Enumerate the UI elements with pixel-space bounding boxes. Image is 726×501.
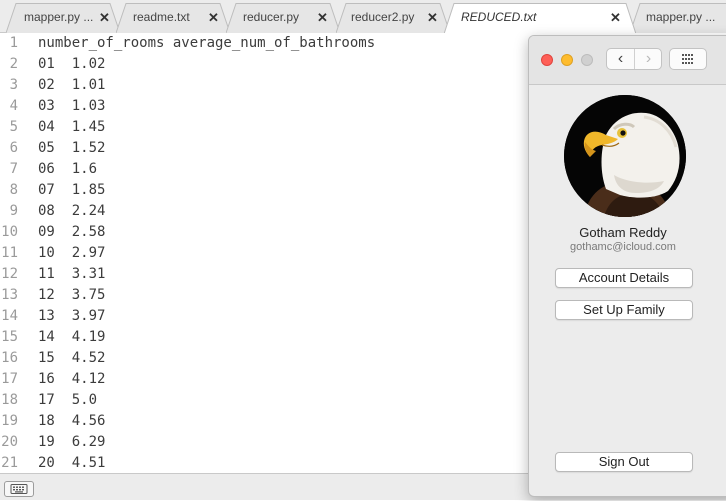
tab-reducer-py[interactable]: reducer.py ✕ <box>226 3 340 33</box>
avatar[interactable] <box>564 95 686 217</box>
line-number: 2 <box>9 56 18 72</box>
line-text: 04 1.45 <box>38 119 106 135</box>
user-name: Gotham Reddy <box>579 225 667 240</box>
line-text: 13 3.97 <box>38 308 106 324</box>
line-number: 5 <box>9 119 18 135</box>
line-number: 15 <box>1 329 18 345</box>
line-text: 15 4.52 <box>38 350 106 366</box>
tab-label: reducer.py <box>243 10 300 24</box>
line-number: 8 <box>9 182 18 198</box>
line-text: number_of_rooms average_num_of_bathrooms <box>38 35 376 51</box>
user-email: gothamc@icloud.com <box>570 241 676 253</box>
account-window: ‹ › Gotham Reddy gothamc@icloud.com Acco… <box>528 35 726 497</box>
line-text: 11 3.31 <box>38 266 106 282</box>
keyboard-icon[interactable] <box>4 481 34 497</box>
line-text: 20 4.51 <box>38 455 106 471</box>
close-icon[interactable]: ✕ <box>208 10 219 26</box>
minimize-window-button[interactable] <box>561 54 573 66</box>
line-number: 14 <box>1 308 18 324</box>
close-icon[interactable]: ✕ <box>317 10 328 26</box>
window-toolbar: ‹ › <box>529 36 726 85</box>
nav-buttons: ‹ › <box>606 48 662 70</box>
tab-readme-txt[interactable]: readme.txt ✕ <box>116 3 230 33</box>
tab-bar: mapper.py ... ✕ readme.txt ✕ reducer.py … <box>0 0 726 34</box>
line-number: 3 <box>9 77 18 93</box>
line-text: 16 4.12 <box>38 371 106 387</box>
tab-label: readme.txt <box>133 10 190 24</box>
grid-icon <box>682 54 693 64</box>
line-number: 18 <box>1 392 18 408</box>
sign-out-button[interactable]: Sign Out <box>555 452 693 472</box>
line-number: 19 <box>1 413 18 429</box>
back-button[interactable]: ‹ <box>607 49 635 69</box>
line-text: 12 3.75 <box>38 287 106 303</box>
line-text: 09 2.58 <box>38 224 106 240</box>
tab-mapper-py-2[interactable]: mapper.py ... <box>630 3 726 33</box>
line-text: 06 1.6 <box>38 161 98 177</box>
line-number: 1 <box>9 35 18 51</box>
forward-button[interactable]: › <box>635 49 662 69</box>
tab-label: mapper.py ... <box>24 10 94 24</box>
line-text: 14 4.19 <box>38 329 106 345</box>
line-number: 16 <box>1 350 18 366</box>
line-text: 01 1.02 <box>38 56 106 72</box>
line-number: 12 <box>1 266 18 282</box>
line-text: 05 1.52 <box>38 140 106 156</box>
line-text: 02 1.01 <box>38 77 106 93</box>
line-text: 19 6.29 <box>38 434 106 450</box>
close-icon[interactable]: ✕ <box>99 10 110 26</box>
line-number: 11 <box>1 245 18 261</box>
bald-eagle-avatar <box>564 95 686 217</box>
tab-label: reducer2.py <box>351 10 415 24</box>
account-details-button[interactable]: Account Details <box>555 268 693 288</box>
set-up-family-button[interactable]: Set Up Family <box>555 300 693 320</box>
line-text: 03 1.03 <box>38 98 106 114</box>
close-icon[interactable]: ✕ <box>427 10 438 26</box>
line-text: 07 1.85 <box>38 182 106 198</box>
tab-reduced-txt[interactable]: REDUCED.txt ✕ <box>444 3 636 34</box>
tab-mapper-py-1[interactable]: mapper.py ... ✕ <box>6 3 120 33</box>
line-number: 4 <box>9 98 18 114</box>
line-text: 17 5.0 <box>38 392 98 408</box>
line-text: 08 2.24 <box>38 203 106 219</box>
line-number: 13 <box>1 287 18 303</box>
line-number: 21 <box>1 455 18 471</box>
show-all-button[interactable] <box>669 48 707 70</box>
zoom-window-button[interactable] <box>581 54 593 66</box>
line-text: 18 4.56 <box>38 413 106 429</box>
close-icon[interactable]: ✕ <box>610 10 621 26</box>
tab-reducer2-py[interactable]: reducer2.py ✕ <box>336 3 450 33</box>
line-number: 20 <box>1 434 18 450</box>
close-window-button[interactable] <box>541 54 553 66</box>
line-text: 10 2.97 <box>38 245 106 261</box>
line-number: 7 <box>9 161 18 177</box>
tab-label: REDUCED.txt <box>461 10 537 24</box>
line-number: 17 <box>1 371 18 387</box>
line-number: 6 <box>9 140 18 156</box>
line-number: 9 <box>9 203 18 219</box>
keyboard-glyph <box>10 484 28 494</box>
tab-label: mapper.py ... <box>646 10 716 24</box>
line-number: 10 <box>1 224 18 240</box>
